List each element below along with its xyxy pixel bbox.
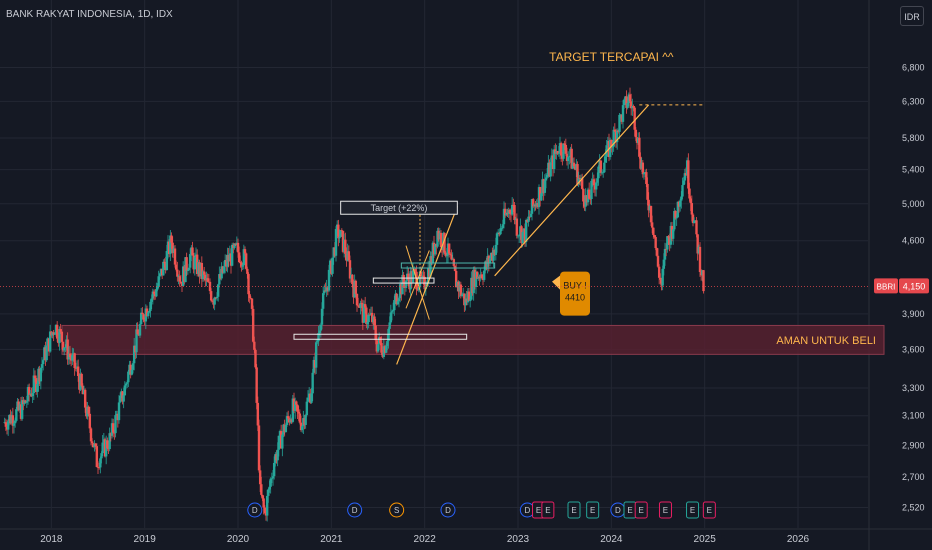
candle-body — [41, 360, 45, 365]
candle-body — [367, 314, 370, 323]
y-tick-label: 3,300 — [902, 383, 925, 393]
x-tick-label: 2024 — [600, 534, 623, 545]
candle-body — [138, 324, 142, 336]
candle-body — [702, 270, 705, 292]
candle-body — [515, 218, 519, 236]
candle-body — [209, 291, 213, 301]
buy-callout-line2: 4410 — [565, 293, 585, 303]
candle-body — [603, 162, 606, 173]
y-tick-label: 5,400 — [902, 165, 925, 175]
x-tick-label: 2018 — [40, 534, 63, 545]
y-tick-label: 3,900 — [902, 309, 925, 319]
candle-body — [634, 129, 638, 138]
event-marker-label: E — [639, 506, 644, 515]
candle-body — [60, 331, 64, 342]
candle-body — [122, 395, 125, 402]
candle-body — [650, 222, 654, 228]
candle-body — [260, 484, 263, 495]
event-marker-label: D — [445, 506, 451, 515]
y-tick-label: 2,520 — [902, 503, 925, 513]
event-marker-label: D — [524, 506, 530, 515]
ticker-label: BBRI — [877, 282, 896, 291]
buy-callout-line1: BUY ! — [563, 281, 586, 291]
candle-body — [305, 401, 309, 416]
y-tick-label: 4,600 — [902, 236, 925, 246]
currency-button[interactable]: IDR — [900, 6, 924, 26]
event-marker-label: D — [252, 506, 258, 515]
candle-body — [675, 217, 678, 219]
candle-body — [354, 280, 358, 294]
chart-background — [0, 0, 932, 550]
y-tick-label: 3,600 — [902, 344, 925, 354]
event-marker-label: E — [545, 506, 550, 515]
zone-label: AMAN UNTUK BELI — [776, 335, 876, 347]
chart-title: BANK RAKYAT INDONESIA, 1D, IDX — [6, 9, 173, 20]
y-tick-label: 2,700 — [902, 472, 925, 482]
candle-body — [321, 293, 325, 309]
event-marker-label: E — [571, 506, 576, 515]
event-marker-label: E — [627, 506, 632, 515]
candle-body — [452, 259, 456, 266]
x-tick-label: 2023 — [507, 534, 530, 545]
candle-body — [690, 203, 694, 215]
y-tick-label: 5,000 — [902, 199, 925, 209]
y-tick-label: 6,800 — [902, 62, 925, 72]
candle-body — [698, 246, 702, 273]
event-marker-label: D — [615, 506, 621, 515]
candle-body — [654, 237, 657, 249]
candle-body — [117, 402, 121, 421]
candle-body — [139, 312, 143, 325]
candle-body — [311, 372, 314, 394]
x-tick-label: 2020 — [227, 534, 250, 545]
candle-body — [652, 227, 655, 235]
candle-body — [439, 232, 443, 248]
y-tick-label: 2,900 — [902, 440, 925, 450]
chart-root: AMAN UNTUK BELI Target (+22%) TARGET TERCA… — [0, 0, 932, 550]
candle-body — [314, 342, 318, 368]
y-tick-label: 5,800 — [902, 133, 925, 143]
candle-body — [244, 253, 248, 269]
candle-body — [179, 281, 183, 284]
candle-body — [695, 220, 698, 235]
candle-body — [524, 219, 528, 242]
target-tercapai-label: TARGET TERCAPAI ^^ — [549, 50, 674, 64]
x-tick-label: 2026 — [787, 534, 810, 545]
candle-body — [90, 441, 94, 444]
candle-body — [681, 185, 684, 197]
price-chart[interactable]: AMAN UNTUK BELI Target (+22%) TARGET TERCA… — [0, 0, 932, 550]
y-tick-label: 3,100 — [902, 411, 925, 421]
candle-body — [114, 415, 117, 434]
price-tag-label: 4,150 — [903, 281, 926, 291]
target-box-label: Target (+22%) — [371, 203, 428, 213]
candle-body — [88, 413, 92, 429]
event-marker-label: E — [690, 506, 695, 515]
support-zone — [61, 324, 885, 355]
candle-body — [277, 435, 281, 450]
event-marker-label: E — [707, 506, 712, 515]
x-tick-label: 2025 — [694, 534, 717, 545]
event-marker-label: E — [536, 506, 541, 515]
candle-body — [127, 371, 130, 383]
x-tick-label: 2021 — [320, 534, 343, 545]
candle-body — [295, 401, 298, 405]
candle-body — [45, 345, 48, 361]
x-tick-label: 2019 — [134, 534, 157, 545]
event-marker-label: E — [590, 506, 595, 515]
event-marker-label: E — [663, 506, 668, 515]
candle-body — [257, 425, 261, 471]
event-marker-label: D — [352, 506, 358, 515]
y-tick-label: 6,300 — [902, 96, 925, 106]
x-tick-label: 2022 — [414, 534, 437, 545]
event-marker-label: S — [394, 506, 399, 515]
